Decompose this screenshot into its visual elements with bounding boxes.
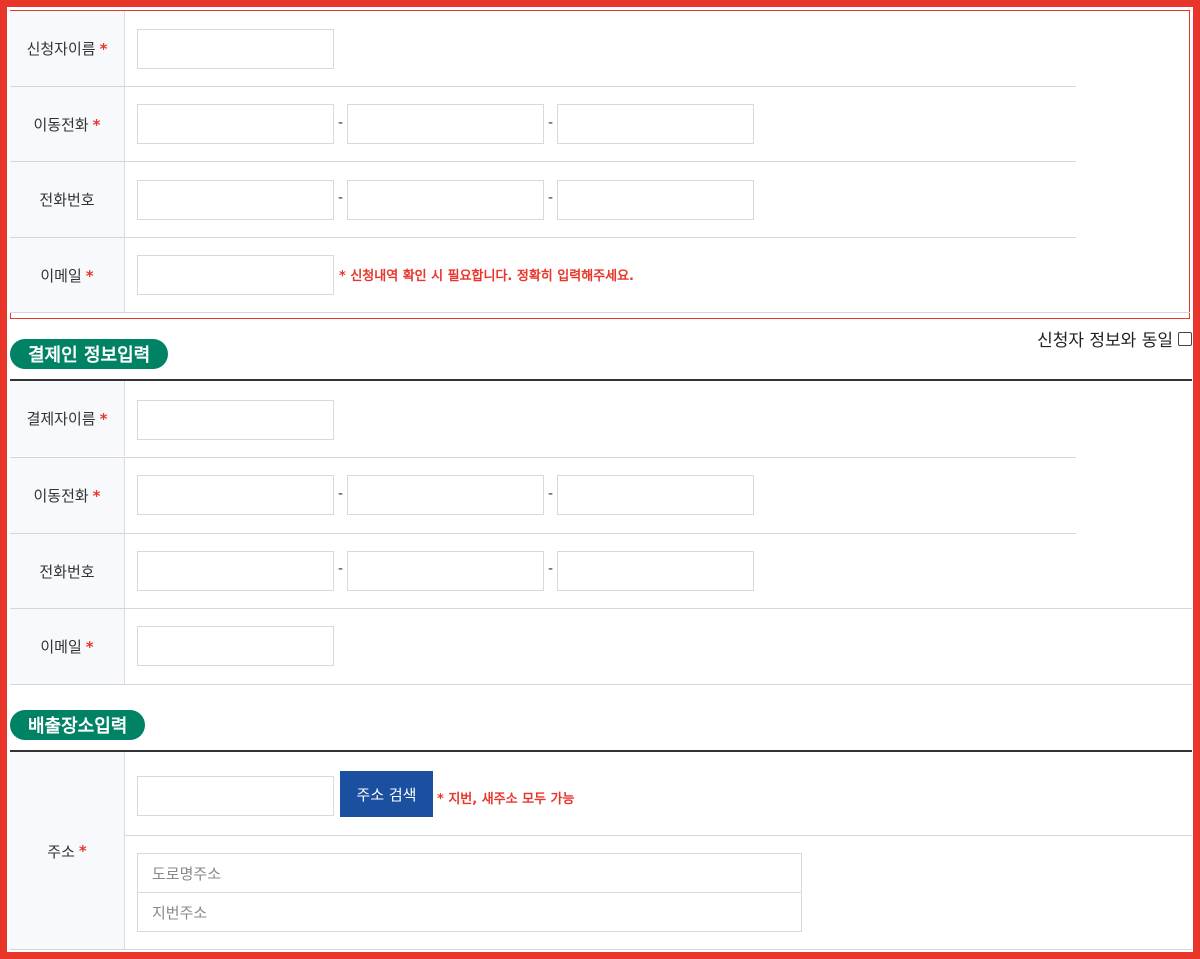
row-divider [10, 949, 1192, 950]
dash: - [548, 115, 554, 131]
address-search-button[interactable]: 주소 검색 [340, 771, 433, 817]
required-mark: * [99, 39, 108, 58]
payer-email-label: 이메일 * [10, 609, 125, 684]
dash: - [548, 486, 554, 502]
dash: - [338, 486, 344, 502]
jibun-address-input[interactable]: 지번주소 [137, 892, 802, 932]
applicant-mobile-label: 이동전화 * [10, 87, 125, 162]
row-divider [10, 684, 1192, 685]
dash: - [548, 561, 554, 577]
dash: - [338, 561, 344, 577]
address-note: * 지번, 새주소 모두 가능 [437, 792, 575, 807]
dash: - [548, 190, 554, 206]
applicant-mobile-input-2[interactable] [347, 104, 544, 144]
applicant-mobile-input-3[interactable] [557, 104, 754, 144]
postcode-input[interactable] [137, 776, 334, 816]
address-label: 주소 * [10, 752, 125, 950]
same-as-applicant-checkbox[interactable] [1178, 331, 1192, 346]
applicant-phone-label: 전화번호 [10, 162, 125, 237]
same-as-applicant-toggle[interactable]: 신청자 정보와 동일 [1037, 326, 1192, 351]
applicant-email-label: 이메일 * [10, 238, 125, 313]
payer-phone-label: 전화번호 [10, 534, 125, 609]
payer-phone-input-3[interactable] [557, 551, 754, 591]
payer-mobile-input-3[interactable] [557, 475, 754, 515]
payer-phone-input-1[interactable] [137, 551, 334, 591]
applicant-phone-input-1[interactable] [137, 180, 334, 220]
payer-email-input[interactable] [137, 626, 334, 666]
payer-mobile-label: 이동전화 * [10, 458, 125, 533]
applicant-mobile-input-1[interactable] [137, 104, 334, 144]
dash: - [338, 190, 344, 206]
road-address-input[interactable]: 도로명주소 [137, 853, 802, 893]
row-divider [125, 835, 1192, 836]
payer-section-title: 결제인 정보입력 [10, 339, 169, 369]
payer-name-input[interactable] [137, 400, 334, 440]
row-divider [10, 312, 1190, 313]
same-as-applicant-label: 신청자 정보와 동일 [1037, 331, 1173, 351]
applicant-name-input[interactable] [137, 29, 334, 69]
discharge-section-title: 배출장소입력 [10, 710, 146, 740]
email-note: * 신청내역 확인 시 필요합니다. 정확히 입력해주세요. [339, 269, 634, 284]
applicant-phone-input-2[interactable] [347, 180, 544, 220]
payer-phone-input-2[interactable] [347, 551, 544, 591]
dash: - [338, 115, 344, 131]
applicant-phone-input-3[interactable] [557, 180, 754, 220]
payer-mobile-input-2[interactable] [347, 475, 544, 515]
applicant-name-label: 신청자이름 * [10, 11, 125, 86]
applicant-email-input[interactable] [137, 255, 334, 295]
payer-name-label: 결제자이름 * [10, 381, 125, 456]
payer-mobile-input-1[interactable] [137, 475, 334, 515]
